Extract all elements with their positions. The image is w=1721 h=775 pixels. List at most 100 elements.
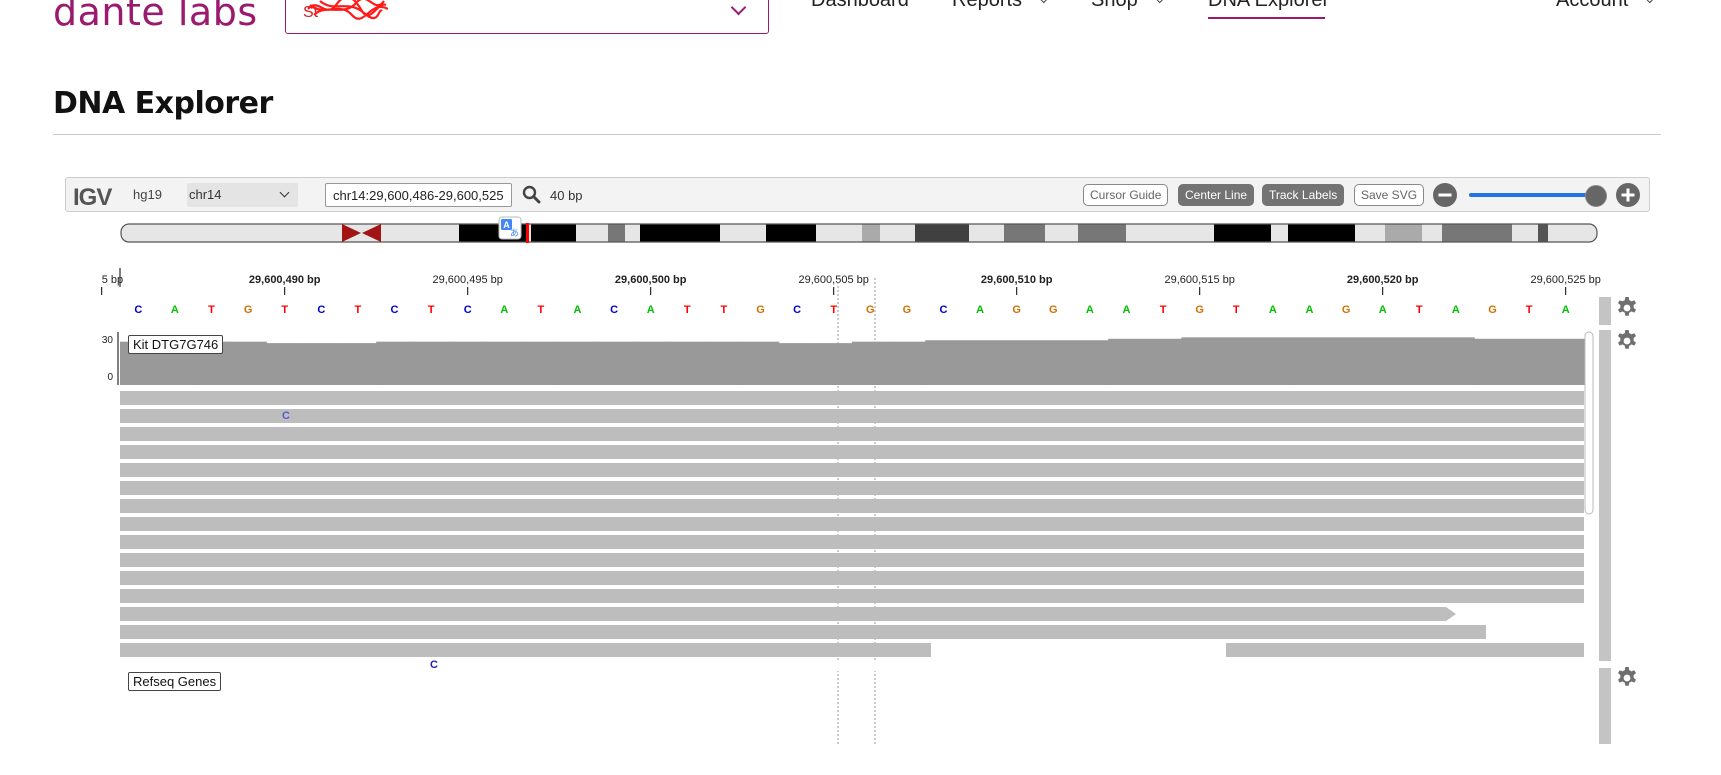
sequence-base: A	[500, 304, 508, 316]
sequence-base: G	[1342, 304, 1351, 316]
sequence-base: C	[317, 304, 325, 316]
coverage-bar	[778, 343, 816, 385]
coverage-bar	[376, 341, 414, 385]
coverage-bar	[1181, 337, 1219, 385]
sequence-base: G	[244, 304, 253, 316]
mismatch-base: C	[430, 659, 438, 671]
coverage-bar	[412, 341, 450, 385]
coverage-bar	[1510, 338, 1548, 385]
read[interactable]	[120, 445, 1584, 459]
sequence-base: G	[756, 304, 765, 316]
sequence-base: C	[464, 304, 472, 316]
sequence-base: A	[1123, 304, 1131, 316]
coverage-bar	[1474, 338, 1512, 385]
sequence-base: A	[1306, 304, 1314, 316]
coverage-bar	[742, 341, 780, 385]
sequence-base: G	[1049, 304, 1058, 316]
sequence-base: T	[684, 304, 691, 316]
coverage-bar	[1144, 338, 1182, 385]
read[interactable]	[120, 535, 1584, 549]
sequence-base: C	[391, 304, 399, 316]
sequence-base: G	[1012, 304, 1021, 316]
read[interactable]	[120, 391, 1584, 405]
coverage-bar	[815, 343, 853, 385]
coverage-bar	[339, 343, 377, 385]
sequence-base: T	[1526, 304, 1533, 316]
coverage-bar	[888, 341, 926, 385]
alignment-track-label[interactable]: Kit DTG7G746	[128, 335, 224, 354]
gear-icon[interactable]	[1615, 329, 1639, 353]
sequence-base: T	[208, 304, 215, 316]
alignment-track-scroll-thumb[interactable]	[1584, 331, 1594, 515]
read[interactable]	[120, 499, 1584, 513]
gear-icon[interactable]	[1615, 296, 1639, 320]
sequence-base: A	[1379, 304, 1387, 316]
coverage-bar	[1071, 340, 1109, 385]
alignment-track-scrollbar[interactable]	[1599, 330, 1611, 661]
read[interactable]	[120, 427, 1584, 441]
mismatch-base: C	[282, 410, 290, 422]
read[interactable]	[120, 625, 1486, 639]
coverage-bar	[852, 341, 890, 385]
genes-track-label[interactable]: Refseq Genes	[128, 672, 222, 691]
sequence-base: G	[903, 304, 912, 316]
coverage-bar	[559, 341, 597, 385]
coverage-bar	[705, 341, 743, 385]
gear-icon[interactable]	[1615, 666, 1639, 690]
coverage-bar	[1218, 337, 1256, 385]
coverage-bar	[1035, 340, 1073, 385]
sequence-base: T	[428, 304, 435, 316]
sequence-track-scrollbar[interactable]	[1599, 297, 1611, 325]
sequence-base: T	[1416, 304, 1423, 316]
ruler-tick-label: 29,600,525 bp	[1531, 274, 1601, 286]
igv-track-area[interactable]: 5 bp 29,600,490 bp 29,600,495 bp 29,600,500…	[0, 0, 1721, 775]
sequence-base: G	[866, 304, 875, 316]
coverage-bar	[1547, 338, 1585, 385]
read[interactable]	[120, 571, 1584, 585]
sequence-base: G	[1488, 304, 1497, 316]
sequence-base: C	[940, 304, 948, 316]
read[interactable]	[120, 589, 1584, 603]
ruler-tick-label: 29,600,515 bp	[1165, 274, 1235, 286]
coverage-bar	[1401, 337, 1439, 385]
read[interactable]	[120, 517, 1584, 531]
sequence-base: T	[830, 304, 837, 316]
coverage-bar	[998, 340, 1036, 385]
coverage-bar	[1108, 338, 1146, 385]
coverage-bar	[486, 341, 524, 385]
sequence-base: T	[1160, 304, 1167, 316]
read[interactable]	[120, 463, 1584, 477]
ruler-tick-label: 29,600,505 bp	[799, 274, 869, 286]
read[interactable]	[120, 607, 1456, 621]
sequence-base: C	[793, 304, 801, 316]
coverage-bar	[925, 340, 963, 385]
coverage-bar	[1364, 337, 1402, 385]
ruler-tick-label: 29,600,495 bp	[433, 274, 503, 286]
sequence-base: C	[610, 304, 618, 316]
coverage-bar	[266, 343, 304, 385]
read[interactable]	[120, 409, 1584, 423]
ruler-tick-label: 29,600,510 bp	[981, 274, 1053, 286]
read[interactable]	[1226, 643, 1584, 657]
coverage-bar	[522, 341, 560, 385]
read[interactable]	[120, 553, 1584, 567]
read[interactable]	[120, 481, 1584, 495]
read-area-mask	[100, 661, 1600, 671]
coverage-bar	[303, 343, 341, 385]
read[interactable]	[120, 643, 931, 657]
sequence-base: A	[171, 304, 179, 316]
sequence-base: A	[574, 304, 582, 316]
ruler-tick-label: 29,600,520 bp	[1347, 274, 1419, 286]
coverage-bar	[1254, 337, 1292, 385]
genes-track-scrollbar[interactable]	[1599, 668, 1611, 744]
sequence-base: T	[721, 304, 728, 316]
sequence-base: A	[1269, 304, 1277, 316]
sequence-base: A	[1086, 304, 1094, 316]
sequence-base: C	[134, 304, 142, 316]
coverage-bar	[1327, 337, 1365, 385]
sequence-base: A	[1452, 304, 1460, 316]
ruler-tick-label: 29,600,500 bp	[615, 274, 687, 286]
sequence-base: A	[647, 304, 655, 316]
coverage-bar	[1437, 337, 1475, 385]
sequence-base: T	[355, 304, 362, 316]
